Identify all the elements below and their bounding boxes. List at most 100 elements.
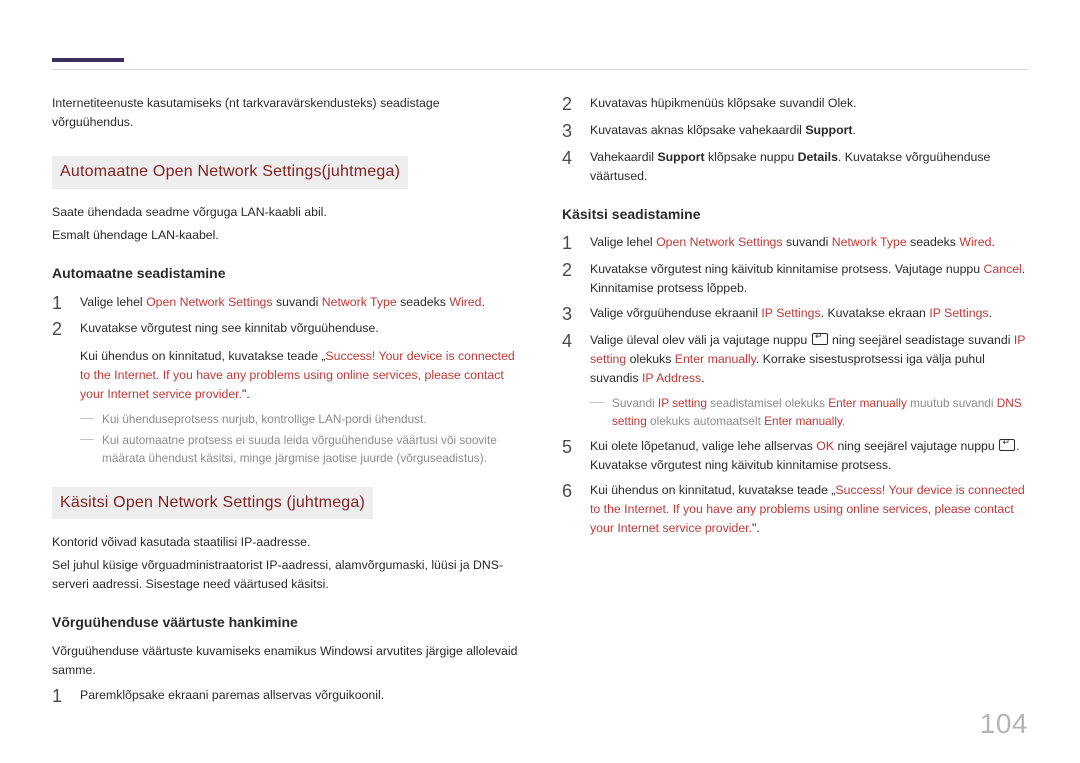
step-number: 1 [52, 293, 66, 314]
text-fragment: Kuvatavas aknas klõpsake vahekaardil [590, 123, 805, 137]
note-text: Kui ühenduseprotsess nurjub, kontrollige… [102, 410, 518, 428]
text-fragment: . [852, 123, 855, 137]
manual-step-6: 6 Kui ühendus on kinnitatud, kuvatakse t… [562, 481, 1028, 538]
paragraph-ask-admin: Sel juhul küsige võrguadministraatorist … [52, 556, 518, 594]
text-fragment: ning seejärel seadistage suvandi [829, 333, 1014, 347]
text-highlight: Enter manually [828, 396, 907, 410]
note-text: Suvandi IP setting seadistamisel olekuks… [612, 394, 1028, 431]
step-number: 1 [562, 233, 576, 254]
text-line: Kuvatakse võrgutest ning see kinnitab võ… [80, 319, 518, 338]
left-column: Internetiteenuste kasutamiseks (nt tarkv… [52, 94, 518, 713]
step-text: Vahekaardil Support klõpsake nuppu Detai… [590, 148, 1028, 186]
text-fragment: . [842, 414, 845, 428]
text-fragment: olekuks automaatselt [647, 414, 764, 428]
step-text: Valige lehel Open Network Settings suvan… [80, 293, 518, 312]
step-text: Paremklõpsake ekraani paremas allservas … [80, 686, 518, 705]
step-number: 6 [562, 481, 576, 502]
text-fragment: seadistamisel olekuks [707, 396, 828, 410]
text-highlight: OK [816, 439, 834, 453]
step-text: Kuvatavas aknas klõpsake vahekaardil Sup… [590, 121, 1028, 140]
text-fragment: klõpsake nuppu [705, 150, 798, 164]
intro-paragraph: Internetiteenuste kasutamiseks (nt tarkv… [52, 94, 518, 132]
text-fragment: Kuvatakse võrgutest ning käivitub kinnit… [590, 262, 984, 276]
step-number: 5 [562, 437, 576, 458]
manual-step-2: 2 Kuvatakse võrgutest ning käivitub kinn… [562, 260, 1028, 298]
step-number: 1 [52, 686, 66, 707]
text-highlight: IP Settings [929, 306, 988, 320]
text-highlight: IP Settings [761, 306, 820, 320]
text-fragment: Kui ühendus on kinnitatud, kuvatakse tea… [590, 483, 835, 497]
paragraph-static-ip: Kontorid võivad kasutada staatilisi IP-a… [52, 533, 518, 552]
text-fragment: Valige lehel [590, 235, 656, 249]
step-number: 2 [562, 260, 576, 281]
manual-step-5: 5 Kui olete lõpetanud, valige lehe allse… [562, 437, 1028, 475]
text-highlight: Network Type [832, 235, 907, 249]
step-text: Kuvatavas hüpikmenüüs klõpsake suvandil … [590, 94, 1028, 113]
step-number: 4 [562, 148, 576, 169]
text-fragment: ". [752, 521, 760, 535]
header-accent-bar [52, 58, 124, 62]
text-fragment: Valige lehel [80, 295, 146, 309]
text-fragment: olekuks [626, 352, 675, 366]
text-fragment: . [701, 371, 704, 385]
step-number: 3 [562, 304, 576, 325]
text-highlight: Wired [959, 235, 991, 249]
manual-step-4: 4 Valige üleval olev väli ja vajutage nu… [562, 331, 1028, 388]
text-highlight: Enter manually [675, 352, 756, 366]
text-bold: Support [657, 150, 704, 164]
values-step-1: 1 Paremklõpsake ekraani paremas allserva… [52, 686, 518, 707]
text-fragment: muutub suvandi [907, 396, 997, 410]
paragraph-windows-steps: Võrguühenduse väärtuste kuvamiseks enami… [52, 642, 518, 680]
note-connection-fail: ― Kui ühenduseprotsess nurjub, kontrolli… [52, 410, 518, 428]
text-fragment: . [989, 306, 992, 320]
step-text: Kuvatakse võrgutest ning see kinnitab võ… [80, 319, 518, 403]
note-bullet: ― [80, 431, 94, 446]
text-fragment: . [991, 235, 994, 249]
step-text: Kui ühendus on kinnitatud, kuvatakse tea… [590, 481, 1028, 538]
note-ip-setting: ― Suvandi IP setting seadistamisel oleku… [562, 394, 1028, 431]
text-fragment: ". [242, 387, 250, 401]
auto-step-1: 1 Valige lehel Open Network Settings suv… [52, 293, 518, 314]
text-fragment: suvandi [273, 295, 322, 309]
step-text: Kui olete lõpetanud, valige lehe allserv… [590, 437, 1028, 475]
text-fragment: seadeks [907, 235, 960, 249]
step-text: Valige võrguühenduse ekraanil IP Setting… [590, 304, 1028, 323]
step-text: Valige üleval olev väli ja vajutage nupp… [590, 331, 1028, 388]
page-number: 104 [980, 702, 1028, 745]
header-divider [52, 69, 1028, 70]
content-columns: Internetiteenuste kasutamiseks (nt tarkv… [52, 94, 1028, 713]
text-fragment: Suvandi [612, 396, 658, 410]
text-highlight: Wired [449, 295, 481, 309]
text-highlight: Open Network Settings [656, 235, 782, 249]
text-highlight: Cancel [984, 262, 1022, 276]
text-fragment: suvandi [783, 235, 832, 249]
text-bold: Details [798, 150, 838, 164]
note-bullet: ― [590, 394, 604, 409]
text-fragment: . Kuvatakse ekraan [821, 306, 930, 320]
text-fragment: ning seejärel vajutage nuppu [834, 439, 998, 453]
text-fragment: Valige üleval olev väli ja vajutage nupp… [590, 333, 811, 347]
paragraph-lan-connect: Saate ühendada seadme võrguga LAN-kaabli… [52, 203, 518, 222]
subheading-auto-setup: Automaatne seadistamine [52, 263, 518, 285]
step-number: 4 [562, 331, 576, 352]
step-number: 2 [562, 94, 576, 115]
subheading-manual-setup: Käsitsi seadistamine [562, 204, 1028, 226]
step-number: 2 [52, 319, 66, 340]
text-highlight: Open Network Settings [146, 295, 272, 309]
heading-manual-open-network: Käsitsi Open Network Settings (juhtmega) [52, 487, 373, 520]
values-step-3: 3 Kuvatavas aknas klõpsake vahekaardil S… [562, 121, 1028, 142]
text-highlight: IP Address [642, 371, 701, 385]
values-step-2: 2 Kuvatavas hüpikmenüüs klõpsake suvandi… [562, 94, 1028, 115]
values-step-4: 4 Vahekaardil Support klõpsake nuppu Det… [562, 148, 1028, 186]
note-text: Kui automaatne protsess ei suuda leida v… [102, 431, 518, 468]
auto-step-2: 2 Kuvatakse võrgutest ning see kinnitab … [52, 319, 518, 403]
text-fragment: . [481, 295, 484, 309]
text-fragment: Valige võrguühenduse ekraanil [590, 306, 761, 320]
step-number: 3 [562, 121, 576, 142]
note-bullet: ― [80, 410, 94, 425]
text-fragment: Vahekaardil [590, 150, 657, 164]
text-highlight: IP setting [658, 396, 707, 410]
step-text: Valige lehel Open Network Settings suvan… [590, 233, 1028, 252]
text-line: Kui ühendus on kinnitatud, kuvatakse tea… [80, 347, 518, 404]
enter-icon [999, 439, 1015, 451]
